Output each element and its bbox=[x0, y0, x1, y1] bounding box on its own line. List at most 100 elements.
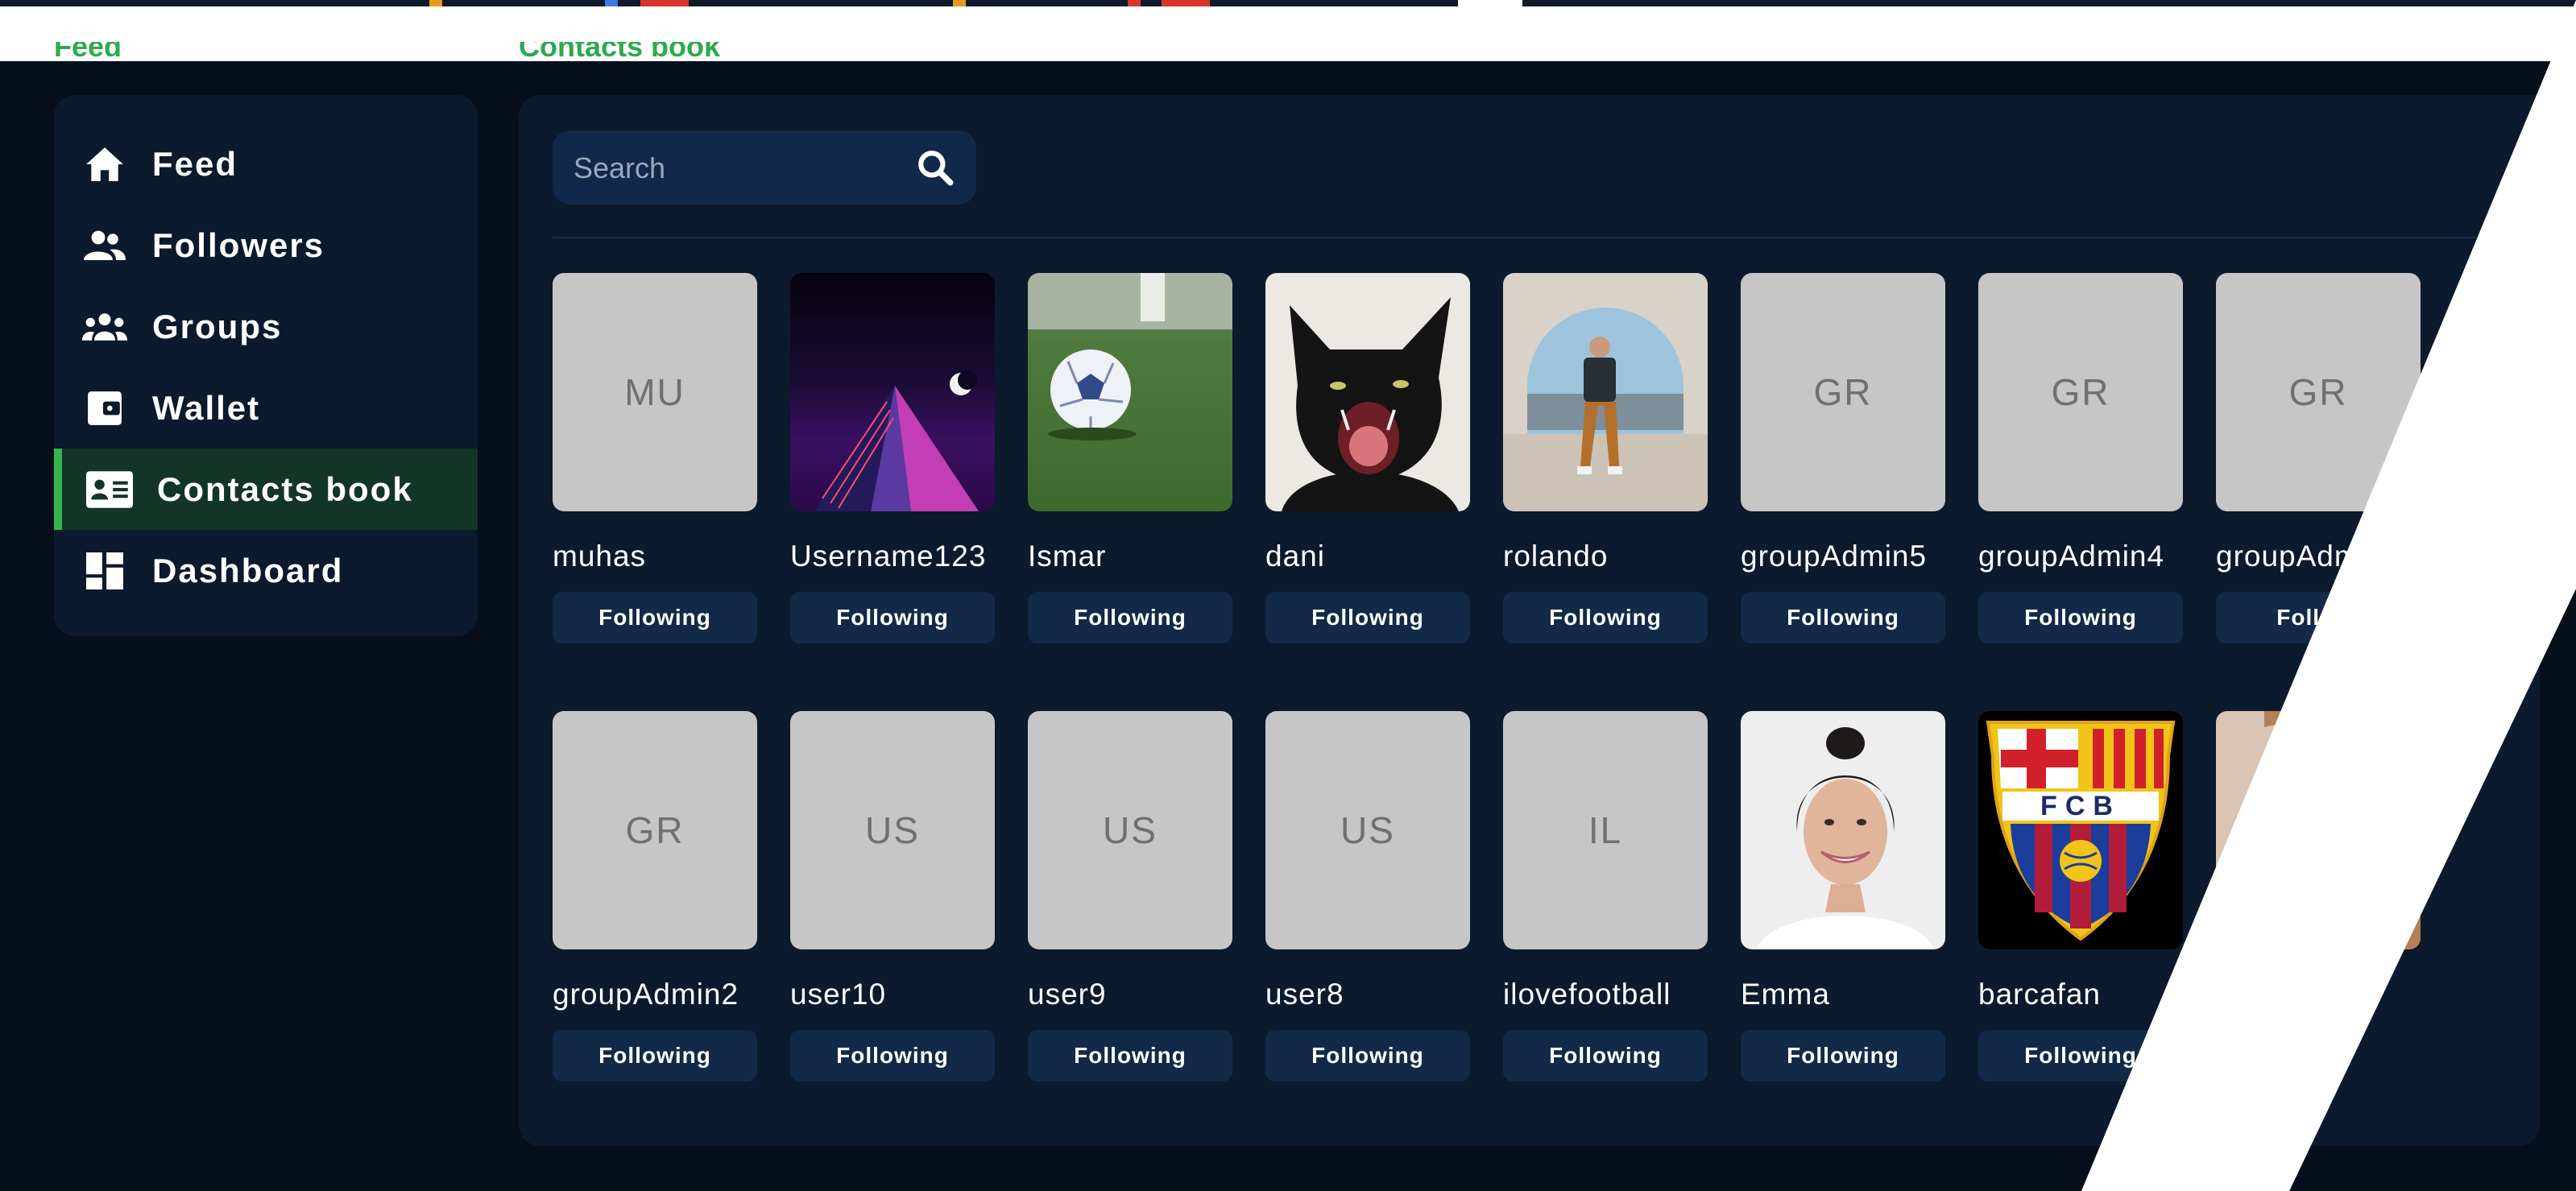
contact-name: ilovefootball bbox=[1503, 978, 1671, 1011]
contact-card[interactable]: GR groupAdmin5 Following bbox=[1741, 273, 1945, 643]
avatar-initials: US bbox=[1340, 809, 1395, 851]
search-input[interactable] bbox=[572, 130, 913, 206]
contact-name: Username123 bbox=[790, 540, 987, 573]
contact-name: dani bbox=[1265, 540, 1325, 573]
contact-name: groupAdmin4 bbox=[1978, 540, 2165, 573]
contact-card[interactable]: US user10 Following bbox=[790, 711, 995, 1081]
sidebar-item-label: Dashboard bbox=[152, 551, 344, 589]
avatar-woman-portrait bbox=[1741, 711, 1945, 949]
contact-card[interactable]: GR groupAdmin2 Following bbox=[553, 711, 757, 1081]
following-button[interactable]: Following bbox=[1978, 1030, 2183, 1081]
following-button[interactable]: Followi bbox=[2216, 592, 2421, 643]
sidebar-item-feed[interactable]: Feed bbox=[54, 123, 478, 205]
avatar-partial-portrait bbox=[2216, 711, 2421, 949]
contact-card[interactable]: US user8 Following bbox=[1265, 711, 1470, 1081]
following-button[interactable]: Following bbox=[553, 592, 757, 643]
contact-name: groupAdmin2 bbox=[553, 978, 739, 1011]
sidebar-item-label: Groups bbox=[152, 307, 283, 345]
contact-name: rolando bbox=[1503, 540, 1609, 573]
soccer-ball-image bbox=[1028, 273, 1232, 440]
following-button[interactable]: Following bbox=[790, 592, 995, 643]
contact-card[interactable] bbox=[2216, 711, 2421, 949]
following-button[interactable]: Following bbox=[790, 1030, 995, 1081]
fc-barcelona-crest-image: FCB bbox=[1986, 721, 2176, 941]
contact-name: barcafan bbox=[1978, 978, 2101, 1011]
search-icon[interactable] bbox=[915, 147, 955, 188]
avatar-initials: US bbox=[1103, 809, 1158, 851]
avatar: IL bbox=[1503, 711, 1708, 949]
sidebar-item-contacts-book[interactable]: Contacts book bbox=[54, 449, 478, 530]
contact-name: user8 bbox=[1265, 978, 1344, 1011]
contact-card[interactable]: GR groupAdmin4 Following bbox=[1978, 273, 2183, 643]
contact-name: user9 bbox=[1028, 978, 1107, 1011]
contact-name: Emma bbox=[1741, 978, 1830, 1011]
home-icon bbox=[81, 141, 128, 188]
feed-section-label: Feed bbox=[54, 42, 122, 61]
sidebar-item-followers[interactable]: Followers bbox=[54, 205, 478, 286]
avatar-pyramid-artwork bbox=[790, 273, 995, 511]
search-box[interactable] bbox=[553, 130, 976, 206]
following-button[interactable]: Following bbox=[1028, 592, 1232, 643]
contacts-section-label-text: Contacts book bbox=[519, 42, 721, 61]
contact-card[interactable]: GR groupAdmi Followi bbox=[2216, 273, 2421, 643]
contact-card[interactable]: IL ilovefootball Following bbox=[1503, 711, 1708, 1081]
dashboard-icon bbox=[81, 548, 128, 594]
avatar-initials: MU bbox=[624, 371, 685, 413]
partial-portrait-image bbox=[2240, 711, 2421, 949]
following-button[interactable]: Following bbox=[1978, 592, 2183, 643]
contact-card[interactable]: Username123 Following bbox=[790, 273, 995, 643]
following-button[interactable]: Following bbox=[1741, 592, 1945, 643]
sidebar-item-label: Contacts book bbox=[157, 469, 413, 508]
contact-card[interactable]: rolando Following bbox=[1503, 273, 1708, 643]
sidebar-item-label: Wallet bbox=[152, 388, 261, 427]
sidebar-item-groups[interactable]: Groups bbox=[54, 286, 478, 367]
sidebar-item-dashboard[interactable]: Dashboard bbox=[54, 530, 478, 611]
contact-name: muhas bbox=[553, 540, 647, 573]
top-accent bbox=[953, 0, 966, 6]
contact-card[interactable]: dani Following bbox=[1265, 273, 1470, 643]
contact-card[interactable]: Ismar Following bbox=[1028, 273, 1232, 643]
avatar-initials: GR bbox=[2051, 371, 2110, 413]
avatar: US bbox=[1265, 711, 1470, 949]
following-button[interactable]: Following bbox=[1741, 1030, 1945, 1081]
following-button[interactable]: Following bbox=[1028, 1030, 1232, 1081]
groups-icon bbox=[81, 304, 128, 350]
top-accent bbox=[429, 0, 442, 6]
avatar-initials: GR bbox=[1813, 371, 1873, 413]
contact-card[interactable]: FCB barcafan Following bbox=[1978, 711, 2183, 1081]
following-button[interactable]: Following bbox=[1265, 592, 1470, 643]
following-button[interactable]: Following bbox=[553, 1030, 757, 1081]
avatar: MU bbox=[553, 273, 757, 511]
wallet-icon bbox=[81, 385, 128, 432]
sidebar-item-label: Followers bbox=[152, 225, 325, 264]
avatar-man-sitting bbox=[1503, 273, 1708, 511]
sidebar-item-wallet[interactable]: Wallet bbox=[54, 367, 478, 449]
followers-icon bbox=[81, 222, 128, 269]
contact-card[interactable]: US user9 Following bbox=[1028, 711, 1232, 1081]
following-button[interactable]: Following bbox=[1503, 1030, 1708, 1081]
avatar-initials: GR bbox=[625, 809, 685, 851]
avatar: US bbox=[790, 711, 995, 949]
avatar: US bbox=[1028, 711, 1232, 949]
sidebar-item-label: Feed bbox=[152, 144, 238, 183]
top-accent bbox=[1162, 0, 1210, 6]
avatar-initials: US bbox=[865, 809, 920, 851]
avatar-black-cat bbox=[1265, 273, 1470, 511]
contact-name: user10 bbox=[790, 978, 887, 1011]
contact-card[interactable]: MU muhas Following bbox=[553, 273, 757, 643]
contacts-section-label: Contacts book bbox=[519, 42, 720, 61]
contact-name: groupAdmin5 bbox=[1741, 540, 1928, 573]
feed-section-label-text: Feed bbox=[54, 42, 122, 61]
crest-letters: FCB bbox=[2040, 791, 2121, 821]
contacts-panel: MU muhas Following Username123 Following bbox=[519, 95, 2540, 1146]
divider bbox=[553, 237, 2506, 238]
top-strip-left bbox=[0, 0, 1458, 6]
following-button[interactable]: Following bbox=[1265, 1030, 1470, 1081]
contact-card[interactable]: Emma Following bbox=[1741, 711, 1945, 1081]
black-cat-image bbox=[1282, 297, 1459, 511]
top-strip-right bbox=[1522, 0, 2576, 6]
avatar: GR bbox=[1741, 273, 1945, 511]
contact-name: Ismar bbox=[1028, 540, 1107, 573]
following-button[interactable]: Following bbox=[1503, 592, 1708, 643]
contact-card-icon bbox=[86, 466, 133, 513]
